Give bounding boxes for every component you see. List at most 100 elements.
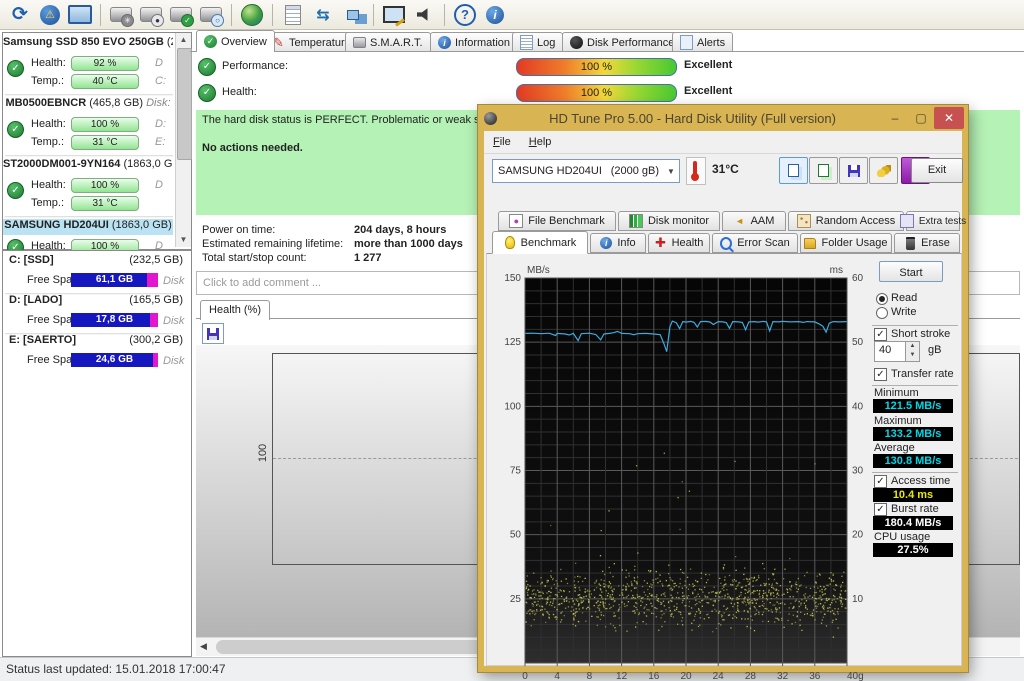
disk-note: Disk: (146, 97, 170, 109)
disk-size: (232,5 GB) (167, 36, 173, 48)
tab-info[interactable]: iInfo (590, 233, 646, 253)
network-disk-icon[interactable] (239, 3, 265, 27)
short-stroke-spinner[interactable]: 40 ▲▼ (874, 341, 920, 362)
svg-text:150: 150 (504, 273, 521, 284)
disk-search-icon[interactable]: ○ (198, 3, 224, 27)
save-chart-button[interactable] (202, 323, 224, 344)
tab-erase[interactable]: Erase (894, 233, 960, 253)
scroll-up-icon[interactable]: ▲ (176, 33, 191, 47)
maximize-button[interactable]: ▢ (908, 108, 934, 128)
tab-log[interactable]: Log (512, 32, 563, 52)
speaker-icon[interactable] (411, 3, 437, 27)
tab-overview[interactable]: ✓Overview (196, 30, 275, 52)
volume-row-e[interactable]: E: [SAERTO](300,2 GB) Free Space 24,6 GB… (3, 334, 189, 374)
tab-alerts[interactable]: Alerts (672, 32, 733, 52)
short-stroke-checkbox[interactable] (874, 328, 887, 341)
monitor-edit-icon[interactable] (381, 3, 407, 27)
disk-settings-icon[interactable]: ✳ (108, 3, 134, 27)
menu-file[interactable]: File (484, 136, 520, 148)
volume-note: Disk (163, 355, 189, 367)
scroll-down-icon[interactable]: ▼ (176, 233, 191, 247)
average-value: 130.8 MB/s (873, 454, 953, 468)
save-button[interactable] (839, 157, 868, 184)
copy-icon (788, 164, 799, 177)
volume-note: Disk (163, 275, 189, 287)
app-icon (484, 112, 497, 125)
coins-icon (877, 165, 891, 177)
volume-row-d[interactable]: D: [LADO](165,5 GB) Free Space 17,8 GB D… (3, 294, 189, 334)
volume-size: (300,2 GB) (129, 334, 183, 346)
disk-monitor-icon (629, 214, 643, 228)
minimize-button[interactable]: – (882, 108, 908, 128)
sync-icon[interactable]: ⇆ (310, 3, 336, 27)
scroll-thumb[interactable] (177, 48, 192, 160)
read-radio[interactable] (876, 293, 888, 305)
access-time-value: 10.4 ms (873, 488, 953, 502)
access-time-checkbox[interactable] (874, 475, 887, 488)
scroll-left-icon[interactable]: ◀ (200, 641, 207, 652)
tab-disk-performance[interactable]: Disk Performance (562, 32, 682, 52)
tab-file-benchmark[interactable]: ●File Benchmark (498, 211, 616, 231)
health-row: ✓ Health: 100 % Excellent (198, 84, 818, 102)
tab-benchmark[interactable]: Benchmark (492, 231, 588, 254)
divider (872, 472, 958, 473)
tab-folder-usage[interactable]: Folder Usage (800, 233, 892, 253)
donate-button[interactable] (869, 157, 898, 184)
bulb-icon (504, 237, 516, 249)
burst-rate-checkbox[interactable] (874, 503, 887, 516)
temp-label: Temp.: (31, 75, 67, 87)
monitor-disk-icon[interactable] (67, 3, 93, 27)
tab-random-access[interactable]: Random Access (788, 211, 904, 231)
svg-text:32: 32 (777, 671, 789, 681)
info-icon[interactable]: i (482, 3, 508, 27)
disk-clock-icon[interactable]: ● (138, 3, 164, 27)
tab-error-scan[interactable]: Error Scan (712, 233, 798, 253)
copy-text-button[interactable] (809, 157, 838, 184)
svg-text:4: 4 (554, 671, 560, 681)
svg-text:20: 20 (852, 530, 864, 541)
health-label: Health: (31, 57, 67, 69)
refresh-icon[interactable]: ⟳ (7, 3, 33, 27)
tab-health[interactable]: ✚Health (648, 233, 710, 253)
temp-label: Temp.: (31, 197, 67, 209)
start-button[interactable]: Start (879, 261, 943, 282)
volume-row-c[interactable]: C: [SSD](232,5 GB) Free Space 61,1 GB Di… (3, 254, 189, 294)
menu-help[interactable]: Help (520, 136, 561, 148)
tab-extra-tests[interactable]: Extra tests (906, 211, 960, 231)
exit-button[interactable]: Exit (911, 158, 963, 183)
device-temperature: 31°C (712, 162, 739, 176)
tab-smart[interactable]: S.M.A.R.T. (345, 32, 431, 52)
disk-row-st2000[interactable]: ST2000DM001-9YN164 (1863,0 GB) ✓ Health:… (3, 158, 173, 216)
close-button[interactable]: ✕ (934, 107, 964, 129)
help-icon[interactable]: ? (452, 3, 478, 27)
transfer-rate-checkbox[interactable] (874, 368, 887, 381)
disk-row-mb0500[interactable]: MB0500EBNCR (465,8 GB) Disk: ✓ Health: 1… (3, 97, 173, 155)
disk-check-icon[interactable]: ✓ (168, 3, 194, 27)
svg-text:25: 25 (510, 594, 522, 605)
svg-text:20: 20 (680, 671, 692, 681)
smart-icon (353, 36, 366, 49)
disk-performance-icon (570, 36, 583, 49)
spinner-arrows-icon[interactable]: ▲▼ (905, 342, 919, 361)
disk-row-samsung-ssd[interactable]: Samsung SSD 850 EVO 250GB (232,5 GB) ✓ H… (3, 36, 173, 94)
title-bar[interactable]: HD Tune Pro 5.00 - Hard Disk Utility (Fu… (478, 105, 968, 131)
device-select[interactable]: SAMSUNG HD204UI (2000 gB) ▼ (492, 159, 680, 183)
volume-size: (165,5 GB) (129, 294, 183, 306)
y-axis-label: 100 (257, 444, 269, 462)
svg-text:MB/s: MB/s (527, 265, 550, 276)
tab-disk-monitor[interactable]: Disk monitor (618, 211, 720, 231)
performance-rating: Excellent (684, 59, 732, 71)
health-bar: 100 % (71, 117, 139, 132)
copy-button[interactable] (779, 157, 808, 184)
volume-name: E: [SAERTO] (9, 334, 76, 346)
tab-information[interactable]: iInformation (430, 32, 518, 52)
write-radio[interactable] (876, 307, 888, 319)
health-bar: 92 % (71, 56, 139, 71)
tab-health-percent[interactable]: Health (%) (200, 300, 270, 320)
report-icon[interactable] (280, 3, 306, 27)
tab-aam[interactable]: ◄AAM (722, 211, 786, 231)
disk-list-scrollbar[interactable]: ▲ ▼ (175, 33, 191, 247)
svg-text:36: 36 (809, 671, 821, 681)
warning-icon[interactable]: ⚠ (37, 3, 63, 27)
network-computers-icon[interactable] (340, 3, 366, 27)
